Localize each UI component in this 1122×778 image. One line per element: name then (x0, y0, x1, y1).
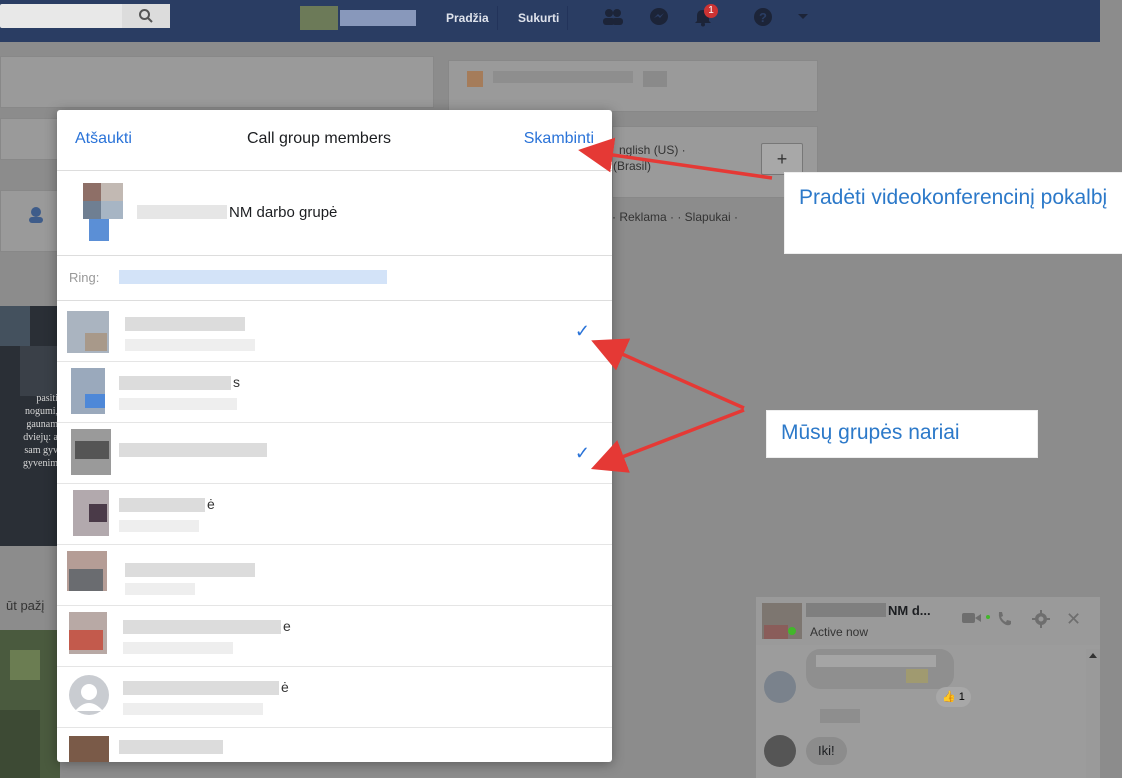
annotation-arrows (578, 137, 773, 473)
arrow-to-call-button (578, 137, 773, 180)
arrow-to-first-checked-member (591, 338, 745, 410)
arrow-to-second-checked-member (590, 408, 745, 473)
